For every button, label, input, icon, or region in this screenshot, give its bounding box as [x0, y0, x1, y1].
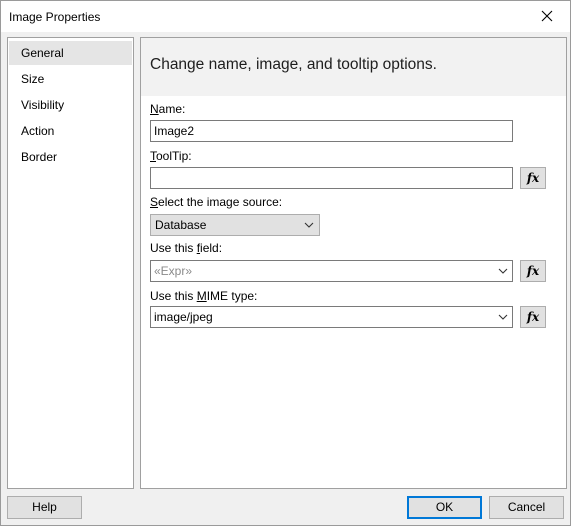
- image-source-value: Database: [155, 218, 207, 232]
- field-expression-button[interactable]: fx: [520, 260, 546, 282]
- mime-label: Use this MIME type:: [150, 289, 258, 303]
- chevron-down-icon: [304, 222, 314, 228]
- fx-icon: fx: [526, 171, 540, 185]
- ok-button[interactable]: OK: [407, 496, 482, 519]
- page-header: Change name, image, and tooltip options.: [141, 38, 566, 96]
- nav-item-action[interactable]: Action: [9, 119, 132, 143]
- field-label: Use this field:: [150, 241, 223, 255]
- name-input[interactable]: Image2: [150, 120, 513, 142]
- name-label: Name:: [150, 102, 186, 116]
- nav-item-visibility[interactable]: Visibility: [9, 93, 132, 117]
- close-icon: [541, 10, 553, 22]
- cancel-button[interactable]: Cancel: [489, 496, 564, 519]
- mime-value: image/jpeg: [154, 310, 213, 324]
- tooltip-label: ToolTip:: [150, 149, 192, 163]
- mime-expression-button[interactable]: fx: [520, 306, 546, 328]
- title-bar: Image Properties: [1, 1, 570, 32]
- image-source-dropdown[interactable]: Database: [150, 214, 320, 236]
- tooltip-expression-button[interactable]: fx: [520, 167, 546, 189]
- nav-item-general[interactable]: General: [9, 41, 132, 65]
- chevron-down-icon[interactable]: [498, 312, 508, 322]
- chevron-down-icon[interactable]: [498, 266, 508, 276]
- general-page: Change name, image, and tooltip options.…: [140, 37, 567, 489]
- tooltip-input[interactable]: [150, 167, 513, 189]
- window-title: Image Properties: [9, 10, 101, 24]
- image-properties-dialog: Image Properties General Size Visibility…: [0, 0, 571, 526]
- field-value: «Expr»: [154, 264, 193, 278]
- nav-item-size[interactable]: Size: [9, 67, 132, 91]
- mime-combobox[interactable]: image/jpeg: [150, 306, 513, 328]
- fx-icon: fx: [526, 310, 540, 324]
- fx-icon: fx: [526, 264, 540, 278]
- page-heading: Change name, image, and tooltip options.: [150, 56, 437, 73]
- field-combobox[interactable]: «Expr»: [150, 260, 513, 282]
- close-button[interactable]: [524, 1, 570, 31]
- nav-item-border[interactable]: Border: [9, 145, 132, 169]
- page-navigation: General Size Visibility Action Border: [7, 37, 134, 489]
- help-button[interactable]: Help: [7, 496, 82, 519]
- image-source-label: Select the image source:: [150, 195, 283, 209]
